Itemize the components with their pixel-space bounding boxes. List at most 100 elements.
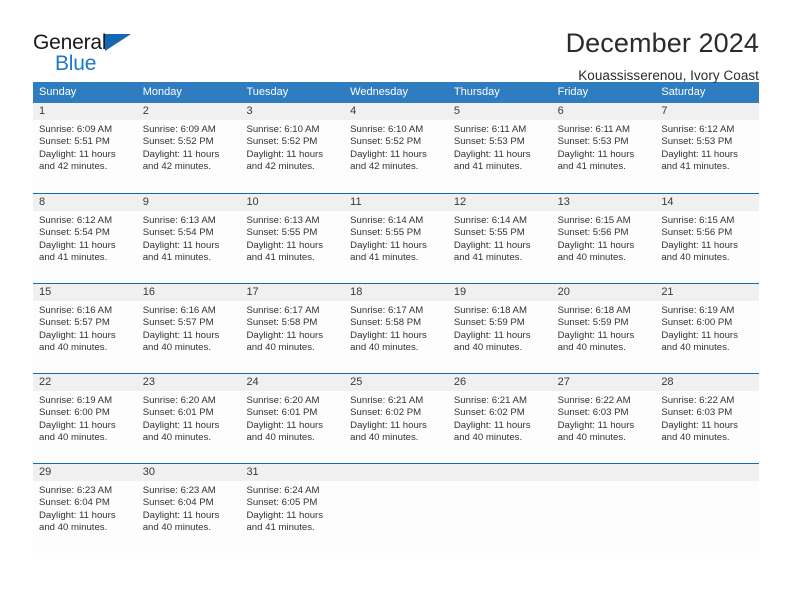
day-details: Sunrise: 6:23 AM Sunset: 6:04 PM Daylight:… [137,481,241,535]
day-number: 27 [551,374,656,391]
sunset-text: Sunset: 5:57 PM [39,317,110,329]
sunrise-text: Sunrise: 6:14 AM [350,215,424,226]
calendar-day-cell[interactable]: 3 Sunrise: 6:10 AM Sunset: 5:52 PM Daylight… [240,103,345,193]
sunrise-text: Sunrise: 6:18 AM [453,305,527,316]
calendar-day-cell-empty [655,464,760,553]
daylight-text-line2: and 41 minutes. [661,161,730,173]
calendar-day-cell[interactable]: 9 Sunrise: 6:13 AM Sunset: 5:54 PM Daylight… [136,194,241,283]
sunrise-text: Sunrise: 6:17 AM [246,305,320,316]
calendar-day-cell[interactable]: 29 Sunrise: 6:23 AM Sunset: 6:04 PM Dayligh… [33,464,137,553]
calendar-day-cell[interactable]: 24 Sunrise: 6:20 AM Sunset: 6:01 PM Dayligh… [240,374,345,463]
calendar-day-cell[interactable]: 8 Sunrise: 6:12 AM Sunset: 5:54 PM Daylight… [33,194,137,283]
calendar-day-cell[interactable]: 27 Sunrise: 6:22 AM Sunset: 6:03 PM Dayligh… [551,374,656,463]
sunrise-text: Sunrise: 6:09 AM [39,124,113,135]
sunrise-text: Sunrise: 6:23 AM [39,485,113,496]
day-details: Sunrise: 6:20 AM Sunset: 6:01 PM Daylight:… [240,391,344,445]
calendar-day-cell[interactable]: 16 Sunrise: 6:16 AM Sunset: 5:57 PM Dayligh… [136,284,241,373]
day-details: Sunrise: 6:20 AM Sunset: 6:01 PM Daylight:… [137,391,241,445]
calendar-day-cell[interactable]: 10 Sunrise: 6:13 AM Sunset: 5:55 PM Dayligh… [240,194,345,283]
calendar-day-cell[interactable]: 12 Sunrise: 6:14 AM Sunset: 5:55 PM Dayligh… [447,194,552,283]
sunrise-text: Sunrise: 6:14 AM [453,215,527,226]
day-details: Sunrise: 6:15 AM Sunset: 5:56 PM Daylight:… [552,211,656,265]
calendar-day-cell[interactable]: 5 Sunrise: 6:11 AM Sunset: 5:53 PM Daylight… [447,103,552,193]
sunset-text: Sunset: 5:52 PM [246,136,318,148]
calendar-week-row: 8 Sunrise: 6:12 AM Sunset: 5:54 PM Daylight… [33,193,760,283]
calendar-day-cell[interactable]: 15 Sunrise: 6:16 AM Sunset: 5:57 PM Dayligh… [33,284,137,373]
day-details: Sunrise: 6:19 AM Sunset: 6:00 PM Daylight:… [33,391,137,445]
daylight-text-line2: and 42 minutes. [246,161,315,173]
sunrise-text: Sunrise: 6:20 AM [246,395,320,406]
day-details: Sunrise: 6:13 AM Sunset: 5:54 PM Daylight:… [137,211,241,265]
sunrise-text: Sunrise: 6:10 AM [246,124,320,135]
calendar-day-cell[interactable]: 23 Sunrise: 6:20 AM Sunset: 6:01 PM Dayligh… [136,374,241,463]
day-number: 14 [655,194,760,211]
calendar-day-cell[interactable]: 20 Sunrise: 6:18 AM Sunset: 5:59 PM Dayligh… [551,284,656,373]
calendar-day-cell[interactable]: 22 Sunrise: 6:19 AM Sunset: 6:00 PM Dayligh… [33,374,137,463]
sunset-text: Sunset: 6:00 PM [39,407,110,419]
sunset-text: Sunset: 6:02 PM [350,407,422,419]
day-number: 25 [344,374,448,391]
calendar-day-cell[interactable]: 21 Sunrise: 6:19 AM Sunset: 6:00 PM Dayligh… [655,284,760,373]
daylight-text-line2: and 42 minutes. [350,161,419,173]
daylight-text-line2: and 40 minutes. [557,432,626,444]
sunrise-text: Sunrise: 6:21 AM [453,395,527,406]
day-details: Sunrise: 6:24 AM Sunset: 6:05 PM Daylight:… [240,481,344,535]
daylight-text-line2: and 41 minutes. [350,252,419,264]
daylight-text-line2: and 40 minutes. [142,522,211,534]
sunset-text: Sunset: 6:01 PM [142,407,214,419]
day-number [655,464,760,481]
calendar-day-cell[interactable]: 1 Sunrise: 6:09 AM Sunset: 5:51 PM Daylight… [33,103,137,193]
sunset-text: Sunset: 6:04 PM [142,497,214,509]
daylight-text-line2: and 41 minutes. [246,252,315,264]
calendar-day-cell[interactable]: 25 Sunrise: 6:21 AM Sunset: 6:02 PM Dayligh… [344,374,448,463]
weeks-container: 1 Sunrise: 6:09 AM Sunset: 5:51 PM Daylight… [33,103,760,553]
day-details: Sunrise: 6:22 AM Sunset: 6:03 PM Daylight:… [655,391,759,445]
day-number: 26 [447,374,552,391]
sunrise-text: Sunrise: 6:22 AM [661,395,735,406]
weekday-header-sunday: Sunday [39,86,77,98]
sunrise-text: Sunrise: 6:09 AM [142,124,216,135]
generalblue-logo[interactable]: General Blue [33,26,153,74]
calendar-day-cell[interactable]: 6 Sunrise: 6:11 AM Sunset: 5:53 PM Daylight… [551,103,656,193]
sunset-text: Sunset: 5:52 PM [142,136,214,148]
sunset-text: Sunset: 6:01 PM [246,407,318,419]
calendar-day-cell[interactable]: 14 Sunrise: 6:15 AM Sunset: 5:56 PM Dayligh… [655,194,760,283]
calendar-day-cell[interactable]: 31 Sunrise: 6:24 AM Sunset: 6:05 PM Dayligh… [240,464,345,553]
weekday-header-monday: Monday [142,86,182,98]
sunrise-text: Sunrise: 6:16 AM [39,305,113,316]
day-number: 10 [240,194,345,211]
daylight-text-line1: Daylight: 11 hours [39,329,116,341]
sunrise-text: Sunrise: 6:13 AM [142,215,216,226]
calendar-day-cell[interactable]: 7 Sunrise: 6:12 AM Sunset: 5:53 PM Daylight… [655,103,760,193]
weekday-header-wednesday: Wednesday [350,86,409,98]
calendar-day-cell-empty [551,464,656,553]
sunset-text: Sunset: 5:58 PM [246,317,318,329]
daylight-text-line1: Daylight: 11 hours [39,509,116,521]
daylight-text-line2: and 41 minutes. [142,252,211,264]
weekday-header-saturday: Saturday [661,86,706,98]
day-number: 16 [136,284,241,301]
calendar-day-cell[interactable]: 2 Sunrise: 6:09 AM Sunset: 5:52 PM Daylight… [136,103,241,193]
weekday-header-thursday: Thursday [453,86,500,98]
calendar-day-cell[interactable]: 30 Sunrise: 6:23 AM Sunset: 6:04 PM Dayligh… [136,464,241,553]
day-details: Sunrise: 6:13 AM Sunset: 5:55 PM Daylight:… [240,211,344,265]
day-number: 9 [136,194,241,211]
daylight-text-line2: and 40 minutes. [661,432,730,444]
calendar-day-cell[interactable]: 26 Sunrise: 6:21 AM Sunset: 6:02 PM Dayligh… [447,374,552,463]
day-number: 24 [240,374,345,391]
calendar-day-cell[interactable]: 13 Sunrise: 6:15 AM Sunset: 5:56 PM Dayligh… [551,194,656,283]
calendar-day-cell[interactable]: 28 Sunrise: 6:22 AM Sunset: 6:03 PM Dayligh… [655,374,760,463]
calendar-day-cell[interactable]: 19 Sunrise: 6:18 AM Sunset: 5:59 PM Dayligh… [447,284,552,373]
sunrise-text: Sunrise: 6:13 AM [246,215,320,226]
title-block: December 2024 Kouassisserenou, Ivory Coa… [566,26,759,86]
calendar-day-cell[interactable]: 4 Sunrise: 6:10 AM Sunset: 5:52 PM Daylight… [344,103,448,193]
daylight-text-line1: Daylight: 11 hours [246,509,324,521]
calendar-day-cell[interactable]: 11 Sunrise: 6:14 AM Sunset: 5:55 PM Dayligh… [344,194,448,283]
daylight-text-line1: Daylight: 11 hours [350,148,427,160]
calendar-week-row: 29 Sunrise: 6:23 AM Sunset: 6:04 PM Dayligh… [33,463,760,553]
calendar-day-cell[interactable]: 17 Sunrise: 6:17 AM Sunset: 5:58 PM Dayligh… [240,284,345,373]
day-number: 6 [551,103,656,120]
daylight-text-line2: and 42 minutes. [142,161,211,173]
weekday-header-friday: Friday [557,86,589,98]
calendar-day-cell[interactable]: 18 Sunrise: 6:17 AM Sunset: 5:58 PM Dayligh… [344,284,448,373]
